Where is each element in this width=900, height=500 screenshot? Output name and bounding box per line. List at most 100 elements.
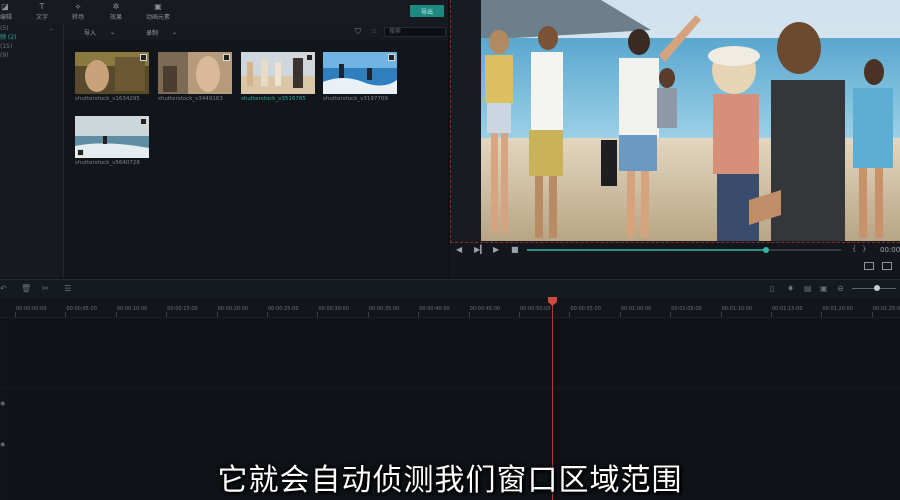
folder-tree: ⌄ (5) 频 (2) (15) (9) (0, 24, 64, 278)
ruler-time-label: 00:00:10:00 (116, 306, 148, 312)
ruler-tick (216, 312, 218, 317)
tab-effects[interactable]: ✲ 效果 (96, 0, 136, 21)
clip-thumbnail-image (323, 52, 397, 94)
clip-thumbnail (75, 116, 149, 158)
folder-item[interactable]: (9) (0, 51, 63, 60)
ruler-tick (115, 312, 117, 317)
progress-handle[interactable] (762, 247, 769, 253)
ruler-time-label: 00:00:45:00 (469, 306, 501, 312)
voiceover-icon[interactable]: ▤ (804, 284, 812, 293)
timeline-ruler[interactable]: 00:00:00:00 00:00:05:00 00:00:10:00 00:00:1… (0, 298, 900, 318)
preview-footer (450, 257, 900, 278)
clip-thumbnail (241, 52, 315, 94)
folder-item-selected[interactable]: 频 (2) (0, 33, 63, 42)
top-toolbar: ◪ 编辑 T 文字 ⟡ 转场 ✲ 效果 ▣ 动画元素 导出 (0, 0, 448, 24)
ruler-time-label: 00:00:15:00 (167, 306, 198, 312)
progress-track[interactable] (765, 249, 841, 251)
ruler-tick (15, 312, 16, 317)
ruler-tick (771, 312, 772, 317)
video-subtitle: 它就会自动侦测我们窗口区域范围 (217, 463, 683, 498)
clip-type-icon (306, 54, 313, 61)
tab-media[interactable]: ◪ 编辑 (0, 0, 14, 21)
tab-elements[interactable]: ▣ 动画元素 (136, 0, 180, 21)
clip-type-icon (140, 54, 147, 61)
clip-thumbnail-image (241, 52, 315, 94)
ruler-tick (166, 312, 168, 317)
play-icon[interactable]: ▶ (493, 245, 499, 254)
preview-video[interactable] (481, 0, 900, 241)
ruler-time-label: 00:00:35:00 (368, 306, 400, 312)
beach-scene-image (481, 0, 900, 241)
media-clip-selected[interactable]: shutterstock_v3516785 (241, 52, 315, 102)
export-button[interactable]: 导出 (410, 5, 444, 17)
ruler-time-label: 00:00:55:00 (570, 306, 601, 312)
mark-out-button[interactable]: } (862, 245, 866, 253)
search-input[interactable]: 搜索 (384, 27, 446, 37)
snapshot-icon[interactable] (882, 262, 892, 270)
person (657, 68, 677, 128)
microphone-icon[interactable]: ♦ (787, 284, 794, 293)
snapshot-icon[interactable]: ▣ (820, 284, 828, 293)
undo-icon[interactable]: ↶ (0, 284, 7, 293)
clip-thumbnail (75, 52, 149, 94)
zoom-handle[interactable] (874, 285, 880, 291)
ruler-time-label: 00:01:25:00 (872, 306, 900, 312)
ruler-time-label: 00:00:50:00 (520, 306, 551, 312)
prev-frame-icon[interactable]: ◀ (456, 245, 462, 254)
ruler-tick (569, 312, 571, 317)
transition-icon: ⟡ (75, 2, 81, 11)
cut-icon[interactable]: ✂ (42, 284, 49, 293)
tab-transition[interactable]: ⟡ 转场 (60, 0, 96, 21)
grid-view-icon[interactable]: ⁙ (371, 27, 378, 36)
media-icon: ◪ (1, 2, 9, 11)
ruler-tick (418, 312, 420, 317)
ruler-tick (670, 312, 672, 317)
tab-transition-label: 转场 (71, 14, 84, 21)
mark-in-button[interactable]: { (852, 245, 856, 253)
chevron-down-icon[interactable]: ⌄ (49, 25, 54, 32)
player-timecode: 00:00 (880, 246, 900, 254)
display-settings-icon[interactable] (864, 262, 874, 270)
delete-icon[interactable]: 🗑 (21, 284, 31, 293)
ruler-time-label: 00:01:00:00 (620, 306, 652, 312)
ruler-time-label: 00:00:30:00 (318, 306, 349, 312)
record-dropdown[interactable]: 录制 ⌄ (146, 28, 177, 37)
track-visibility-icon[interactable]: ◉ (0, 400, 5, 407)
clip-type-icon (223, 54, 230, 61)
clip-name: shutterstock_v3197709 (323, 96, 388, 102)
media-clip[interactable]: shutterstock_v5640728 (75, 116, 149, 166)
stop-icon[interactable]: ■ (511, 245, 519, 254)
media-clip[interactable]: shutterstock_v1634295 (75, 52, 149, 102)
import-dropdown[interactable]: 导入 ⌄ (84, 28, 115, 37)
adjust-icon[interactable]: ☰ (64, 284, 71, 293)
clip-name: shutterstock_v3516785 (241, 96, 306, 102)
ruler-tick (468, 312, 470, 317)
filter-icon[interactable]: ⛉ (355, 27, 361, 37)
tab-effects-label: 效果 (109, 14, 122, 21)
media-clip[interactable]: shutterstock_v3449163 (158, 52, 232, 102)
media-clip[interactable]: shutterstock_v3197709 (323, 52, 397, 102)
tab-media-label: 编辑 (0, 14, 13, 21)
clip-flag-icon (77, 149, 84, 156)
clip-thumbnail-image (75, 52, 149, 94)
render-icon[interactable]: ▯ (770, 284, 774, 293)
chevron-down-icon: ⌄ (172, 29, 178, 36)
clip-name: shutterstock_v3449163 (158, 96, 223, 102)
folder-item[interactable]: (15) (0, 42, 63, 51)
clip-thumbnail (158, 52, 232, 94)
media-library: 导入 ⌄ 录制 ⌄ ⛉ ⁙ 搜索 shutterstock_v1634295 s… (64, 24, 448, 278)
ruler-tick (267, 312, 268, 317)
track-visibility-icon[interactable]: ◉ (0, 441, 5, 448)
ruler-tick (619, 312, 621, 317)
clip-type-icon (140, 118, 147, 125)
ruler-time-label: 00:00:00:00 (16, 306, 47, 312)
ruler-time-label: 00:01:10:00 (721, 306, 753, 312)
tab-elements-label: 动画元素 (145, 14, 170, 21)
zoom-out-icon[interactable]: ⊖ (837, 284, 844, 293)
clip-thumbnail-image (75, 116, 149, 158)
ruler-tick (65, 312, 67, 317)
play-pause-icon[interactable]: ▶▎ (474, 245, 486, 254)
ruler-tick (720, 312, 722, 317)
tab-text[interactable]: T 文字 (24, 0, 60, 21)
ruler-tick (821, 312, 823, 317)
